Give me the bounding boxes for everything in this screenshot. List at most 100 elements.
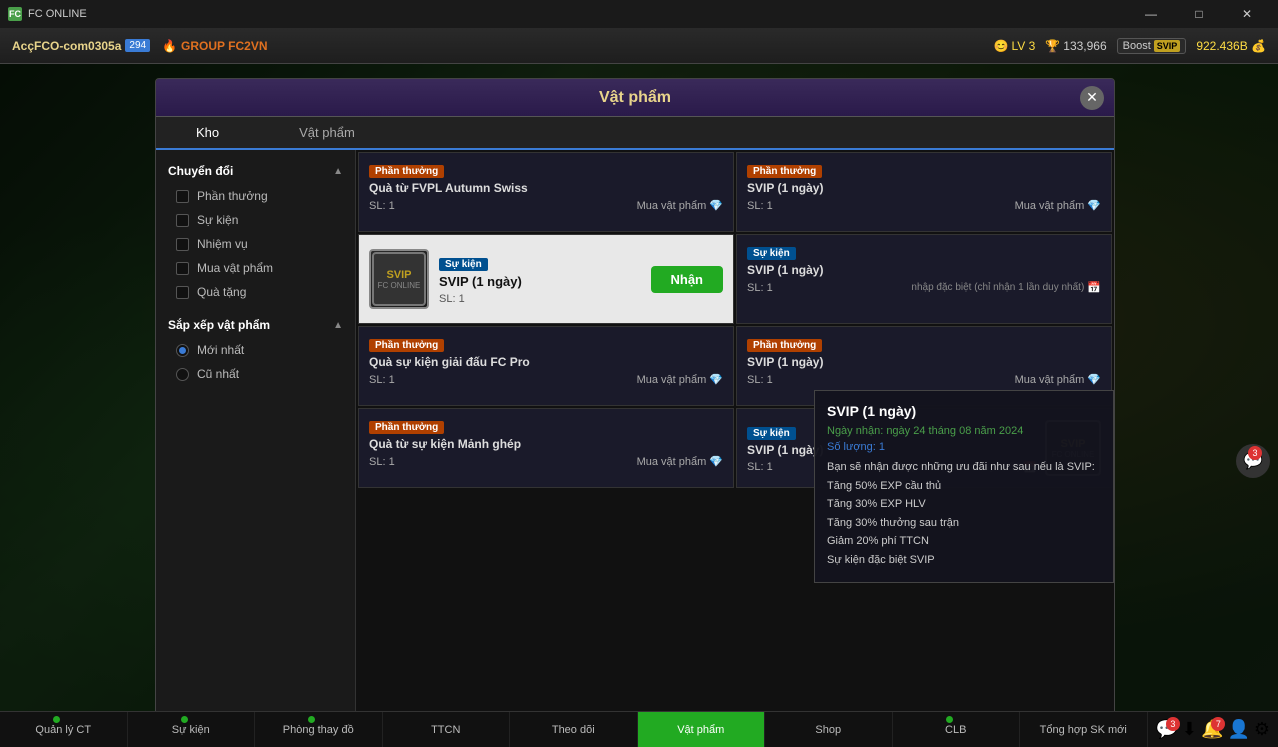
chat-icon[interactable]: 💬 3 (1236, 444, 1270, 478)
modal-tabs: Kho Vật phẩm (156, 117, 1114, 150)
top-bar: AcçFCO-com0305a 294 🔥 GROUP FC2VN 😊 LV 3… (0, 28, 1278, 64)
selected-item-info: Sự kiện SVIP (1 ngày) SL: 1 (439, 254, 641, 305)
nav-item-theo-doi[interactable]: Theo dõi (510, 712, 638, 747)
tooltip-popup: SVIP (1 ngày) Ngày nhận: ngày 24 tháng 0… (814, 390, 1114, 583)
receive-button[interactable]: Nhận (651, 266, 724, 293)
chat-nav-badge: 3 (1166, 717, 1180, 731)
item-action: nhập đặc biệt (chỉ nhận 1 lần duy nhất) … (911, 281, 1101, 294)
svip-tag: SVIP (1154, 40, 1181, 52)
sidebar-item-phan-thuong[interactable]: Phần thưởng (156, 184, 355, 208)
calendar-icon: 📅 (1087, 281, 1101, 294)
download-nav-button[interactable]: ⬇ (1182, 719, 1197, 740)
item-name: SVIP (1 ngày) (747, 355, 1101, 369)
bottom-navigation: Quản lý CT Sự kiện Phòng thay đồ TTCN Th… (0, 711, 1278, 747)
level-text: LV 3 (1012, 39, 1036, 53)
nav-item-ttcn[interactable]: TTCN (383, 712, 511, 747)
bell-nav-button[interactable]: 🔔 7 (1201, 719, 1223, 740)
item-footer: SL: 1 Mua vật phẩm 💎 (369, 373, 723, 386)
filter-header[interactable]: Chuyển đổi ▲ (156, 158, 355, 184)
player-info: AcçFCO-com0305a 294 (12, 39, 150, 53)
checkbox-mua-vat-pham[interactable] (176, 262, 189, 275)
nav-dot-phong-thay-do (308, 716, 315, 723)
item-footer: SL: 1 Mua vật phẩm 💎 (369, 199, 723, 212)
nav-item-shop[interactable]: Shop (765, 712, 893, 747)
tooltip-quantity: Số lượng: 1 (827, 441, 1101, 453)
list-item[interactable]: SVIP FC ONLINE Sự kiện SVIP (1 ngày) SL:… (358, 234, 734, 324)
chat-nav-button[interactable]: 💬 3 (1156, 719, 1178, 740)
list-item[interactable]: Phần thưởng Quà sự kiện giải đấu FC Pro … (358, 326, 734, 406)
sidebar-item-qua-tang[interactable]: Quà tặng (156, 280, 355, 304)
player-name: AcçFCO-com0305a (12, 39, 121, 53)
item-name: SVIP (1 ngày) (747, 263, 1101, 277)
item-quantity: SL: 1 (439, 293, 641, 305)
top-bar-right: 😊 LV 3 🏆 133,966 Boost SVIP 922.436B 💰 (994, 38, 1266, 54)
gem-icon: 💎 (709, 199, 723, 212)
sidebar-item-mua-vat-pham[interactable]: Mua vật phẩm (156, 256, 355, 280)
tooltip-description: Bạn sẽ nhận được những ưu đãi như sau nế… (827, 459, 1101, 568)
item-quantity: SL: 1 (369, 200, 395, 212)
item-footer: SL: 1 Mua vật phẩm 💎 (747, 199, 1101, 212)
list-item[interactable]: Phần thưởng Quà từ FVPL Autumn Swiss SL:… (358, 152, 734, 232)
item-badge: Phần thưởng (369, 421, 444, 434)
tooltip-title: SVIP (1 ngày) (827, 403, 1101, 419)
trophy-icon: 🏆 (1045, 39, 1060, 53)
nav-dot-quan-ly (53, 716, 60, 723)
sidebar-item-nhiem-vu[interactable]: Nhiệm vụ (156, 232, 355, 256)
sort-newest[interactable]: Mới nhất (156, 338, 355, 362)
item-action: Mua vật phẩm 💎 (637, 373, 723, 386)
title-bar: FC FC ONLINE — □ ✕ (0, 0, 1278, 28)
sort-oldest[interactable]: Cũ nhất (156, 362, 355, 386)
nav-item-quan-ly-ct[interactable]: Quản lý CT (0, 712, 128, 747)
game-background: Vật phẩm ✕ Kho Vật phẩm Chuyển đổi ▲ Phầ… (0, 64, 1278, 711)
modal-close-button[interactable]: ✕ (1080, 86, 1104, 110)
item-action: Mua vật phẩm 💎 (1015, 199, 1101, 212)
list-item[interactable]: Phần thưởng SVIP (1 ngày) SL: 1 Mua vật … (736, 152, 1112, 232)
item-footer: SL: 1 Mua vật phẩm 💎 (747, 373, 1101, 386)
item-action: Mua vật phẩm 💎 (1015, 373, 1101, 386)
item-quantity: SL: 1 (747, 282, 773, 294)
checkbox-qua-tang[interactable] (176, 286, 189, 299)
list-item[interactable]: Sự kiện SVIP (1 ngày) SL: 1 nhập đặc biệ… (736, 234, 1112, 324)
nav-dot-clb (946, 716, 953, 723)
nav-item-su-kien[interactable]: Sự kiện (128, 712, 256, 747)
sidebar-item-su-kien[interactable]: Sự kiện (156, 208, 355, 232)
item-footer: SL: 1 Mua vật phẩm 💎 (369, 455, 723, 468)
sort-header[interactable]: Sắp xếp vật phẩm ▲ (156, 312, 355, 338)
item-badge: Phần thưởng (369, 165, 444, 178)
gold-amount: 922.436B 💰 (1196, 39, 1266, 53)
filter-arrow: ▲ (333, 166, 343, 177)
person-nav-button[interactable]: 👤 (1227, 719, 1249, 740)
window-controls: — □ ✕ (1128, 0, 1270, 28)
person-nav-icon: 👤 (1227, 719, 1249, 739)
player-badge: 294 (125, 39, 150, 52)
level-badge: 😊 LV 3 (994, 39, 1036, 53)
nav-item-clb[interactable]: CLB (893, 712, 1021, 747)
nav-dot-su-kien (181, 716, 188, 723)
chat-float-button[interactable]: 💬 3 (1236, 444, 1270, 478)
settings-nav-button[interactable]: ⚙ (1254, 719, 1270, 740)
tab-vat-pham[interactable]: Vật phẩm (259, 117, 395, 150)
checkbox-phan-thuong[interactable] (176, 190, 189, 203)
radio-oldest[interactable] (176, 368, 189, 381)
nav-item-vat-pham[interactable]: Vật phẩm (638, 712, 766, 747)
checkbox-su-kien[interactable] (176, 214, 189, 227)
checkbox-nhiem-vu[interactable] (176, 238, 189, 251)
sort-section: Sắp xếp vật phẩm ▲ Mới nhất Cũ nhất (156, 312, 355, 386)
gold-icon: 💰 (1251, 39, 1266, 53)
minimize-button[interactable]: — (1128, 0, 1174, 28)
list-item[interactable]: Phần thưởng Quà từ sự kiện Mảnh ghép SL:… (358, 408, 734, 488)
item-badge: Phần thưởng (747, 339, 822, 352)
modal-body: Chuyển đổi ▲ Phần thưởng Sự kiện Nhiệm v… (156, 150, 1114, 711)
group-icon: 🔥 (162, 39, 177, 53)
item-footer: SL: 1 nhập đặc biệt (chỉ nhận 1 lần duy … (747, 281, 1101, 294)
item-badge: Phần thưởng (369, 339, 444, 352)
gem-icon: 💎 (1087, 373, 1101, 386)
nav-item-tong-hop-sk[interactable]: Tổng hợp SK mới (1020, 712, 1148, 747)
item-quantity: SL: 1 (369, 374, 395, 386)
item-name: Quà từ sự kiện Mảnh ghép (369, 437, 723, 451)
tab-kho[interactable]: Kho (156, 117, 259, 150)
radio-newest[interactable] (176, 344, 189, 357)
nav-item-phong-thay-do[interactable]: Phòng thay đồ (255, 712, 383, 747)
close-button[interactable]: ✕ (1224, 0, 1270, 28)
maximize-button[interactable]: □ (1176, 0, 1222, 28)
